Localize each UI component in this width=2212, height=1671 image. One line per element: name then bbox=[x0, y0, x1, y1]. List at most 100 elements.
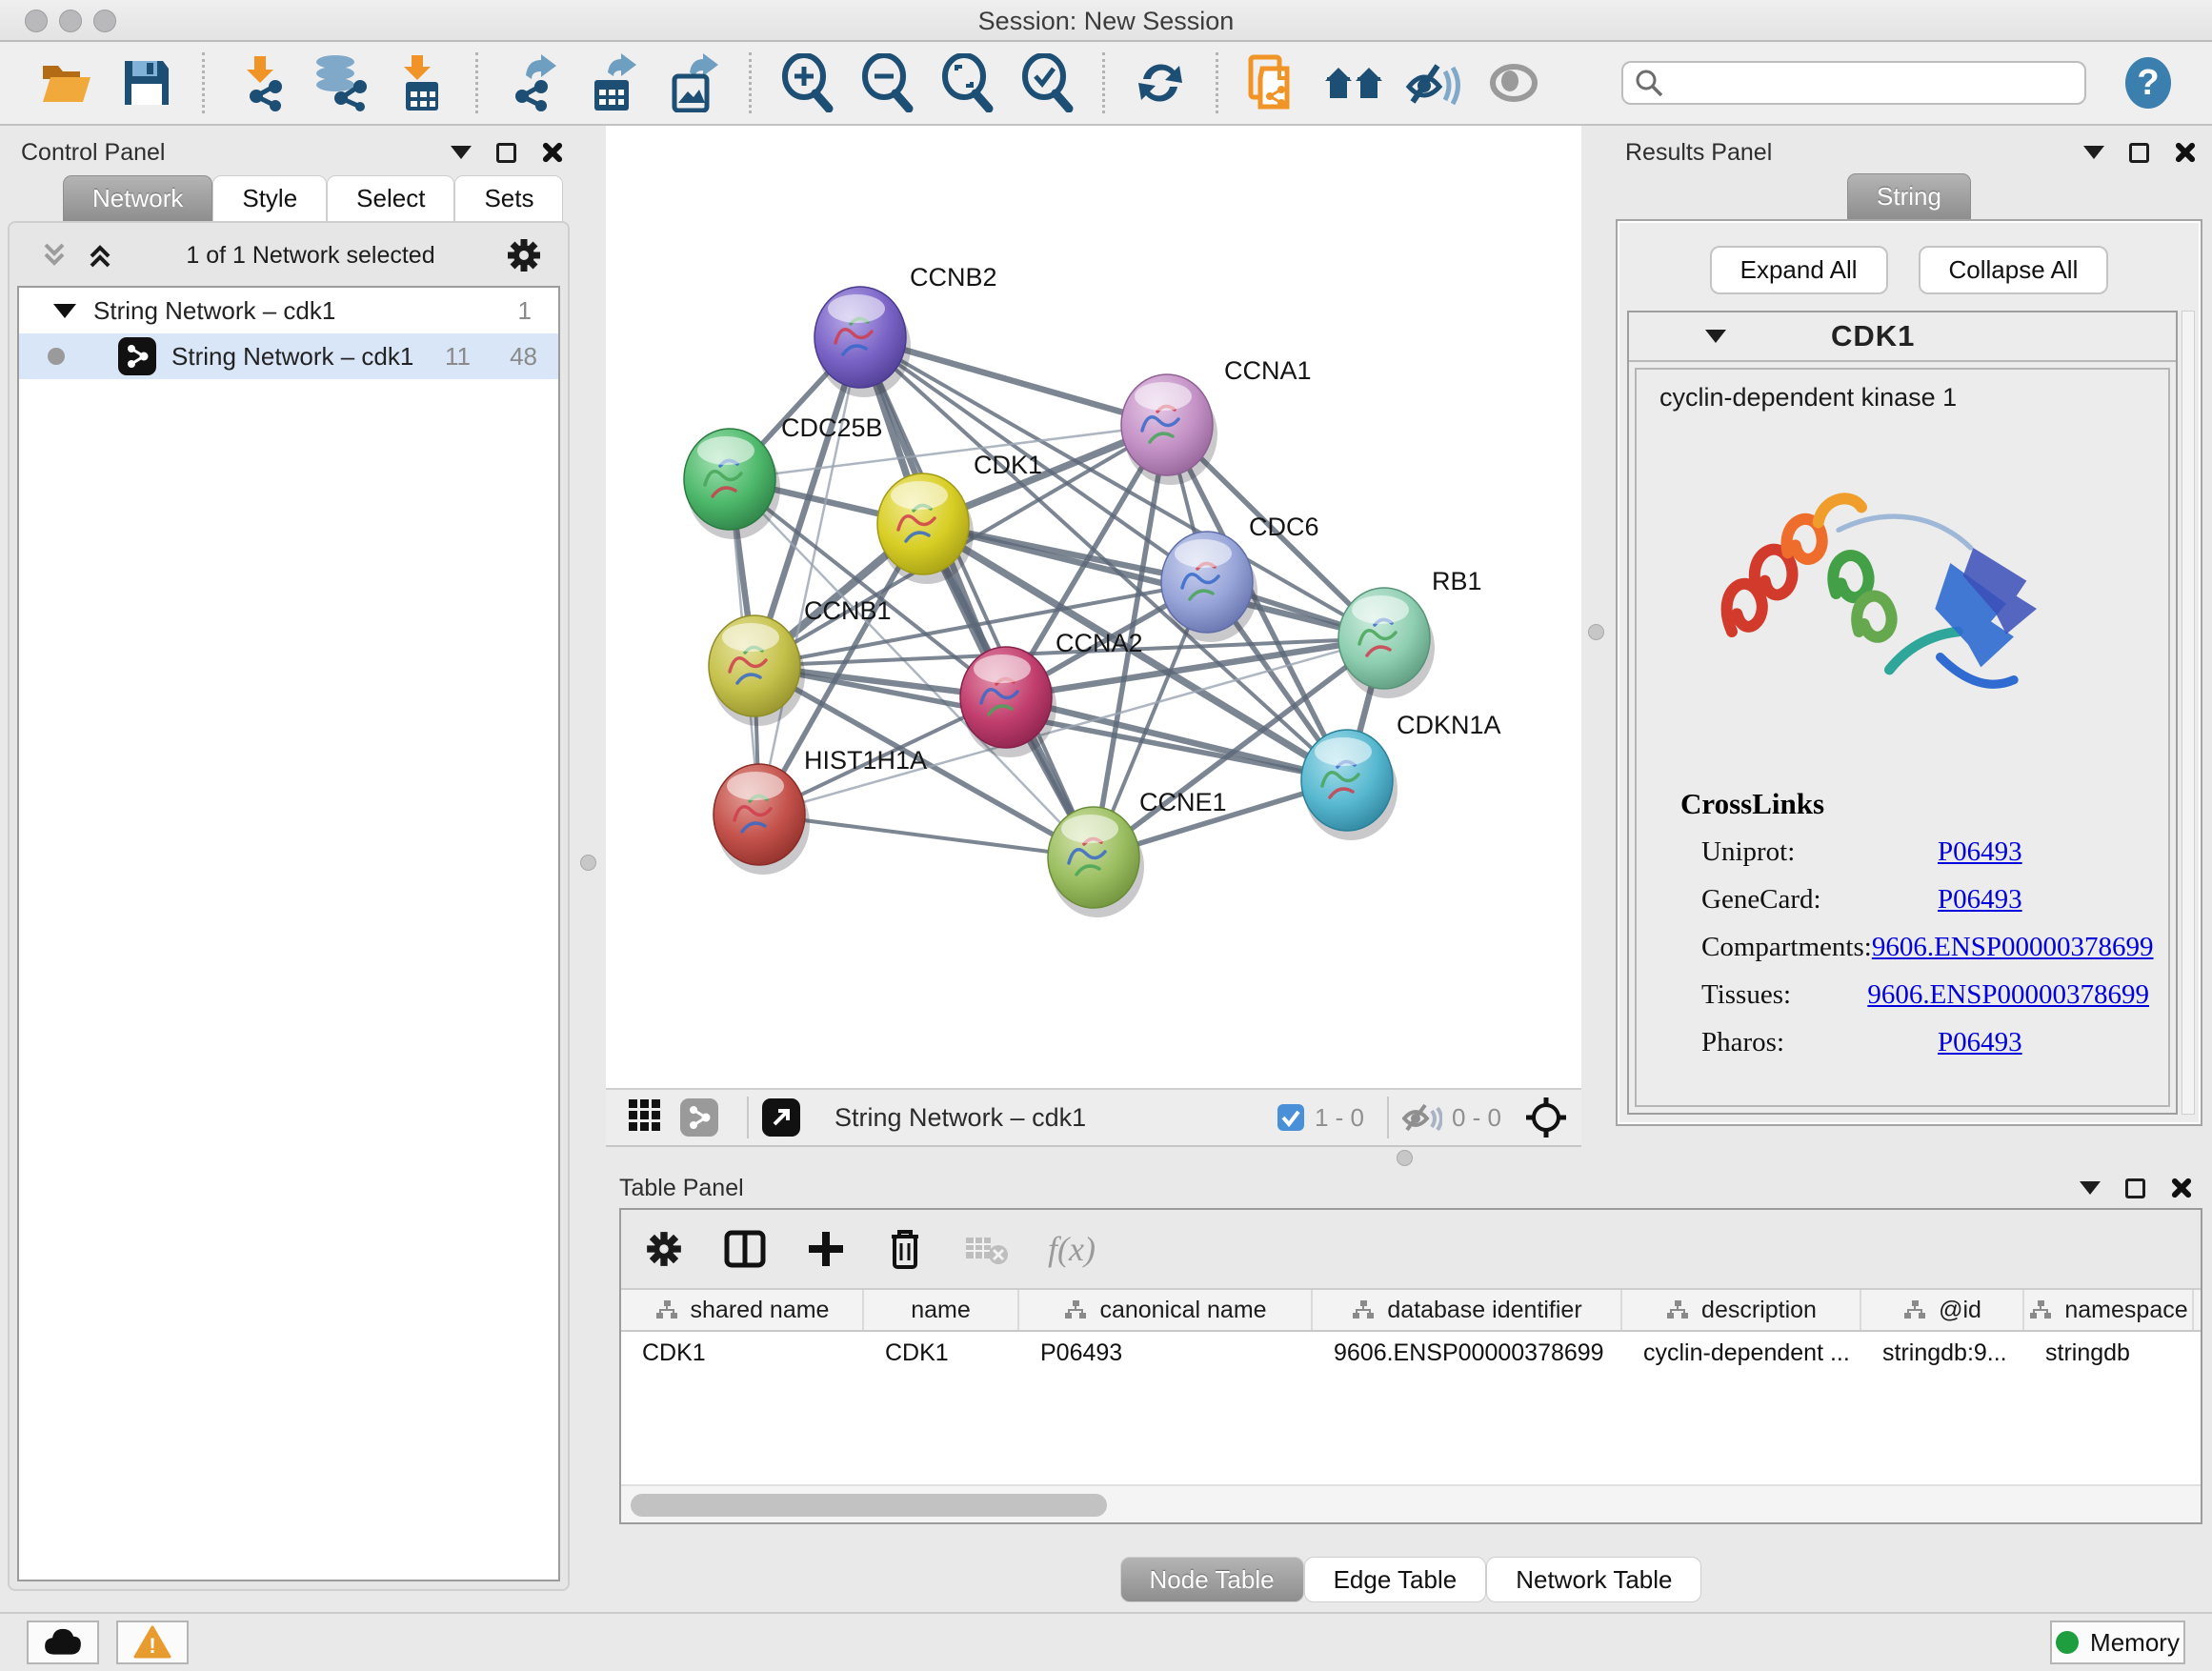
collapse-gene-icon[interactable] bbox=[1705, 330, 1726, 343]
selected-checkbox-icon[interactable] bbox=[1277, 1103, 1305, 1132]
crosslink-link[interactable]: 9606.ENSP00000378699 bbox=[1867, 979, 2149, 1011]
crosslink-link[interactable]: P06493 bbox=[1938, 884, 2022, 916]
network-row[interactable]: String Network – cdk1 11 48 bbox=[19, 333, 558, 379]
expand-all-icon[interactable] bbox=[84, 239, 116, 272]
network-graph[interactable]: CCNB2CCNA1CDC25BCDK1CDC6RB1CCNB1CCNA2CDK… bbox=[606, 126, 1581, 1088]
tab-network[interactable]: Network bbox=[63, 175, 212, 221]
refresh-icon[interactable] bbox=[1130, 52, 1191, 113]
column-header-namespace[interactable]: namespace bbox=[2024, 1290, 2194, 1330]
open-session-icon[interactable] bbox=[36, 52, 97, 113]
column-header-shared-name[interactable]: shared name bbox=[621, 1290, 864, 1330]
zoom-selected-icon[interactable] bbox=[1016, 52, 1077, 113]
crosslink-link[interactable]: 9606.ENSP00000378699 bbox=[1872, 932, 2154, 963]
network-edge[interactable] bbox=[860, 337, 1094, 857]
table-cell[interactable]: cyclin-dependent ... bbox=[1622, 1332, 1861, 1374]
tab-style[interactable]: Style bbox=[212, 175, 327, 221]
search-input[interactable] bbox=[1673, 70, 2073, 97]
tab-string[interactable]: String bbox=[1847, 173, 1971, 219]
network-collection-row[interactable]: String Network – cdk1 1 bbox=[19, 288, 558, 333]
column-header-database-identifier[interactable]: database identifier bbox=[1313, 1290, 1622, 1330]
zoom-in-icon[interactable] bbox=[776, 52, 837, 113]
panel-close-icon[interactable] bbox=[2174, 141, 2197, 164]
node-table[interactable]: shared namenamecanonical namedatabase id… bbox=[621, 1290, 2201, 1486]
expand-all-button[interactable]: Expand All bbox=[1710, 246, 1888, 294]
import-network-from-database-icon[interactable] bbox=[310, 52, 371, 113]
show-hidden-icon[interactable] bbox=[1483, 52, 1544, 113]
network-node-ccne1[interactable]: CCNE1 bbox=[1048, 788, 1227, 917]
panel-menu-icon[interactable] bbox=[451, 146, 472, 159]
memory-label: Memory bbox=[2090, 1628, 2180, 1658]
export-image-icon[interactable] bbox=[663, 52, 724, 113]
network-node-rb1[interactable]: RB1 bbox=[1338, 567, 1482, 698]
gene-card-header[interactable]: CDK1 bbox=[1629, 312, 2176, 362]
table-gear-icon[interactable] bbox=[644, 1229, 684, 1269]
tree-expand-icon[interactable] bbox=[53, 304, 76, 318]
hidden-eye-icon[interactable] bbox=[1402, 1101, 1442, 1134]
network-node-ccna1[interactable]: CCNA1 bbox=[1121, 356, 1312, 485]
save-session-icon[interactable] bbox=[116, 52, 177, 113]
panel-menu-icon[interactable] bbox=[2080, 1181, 2101, 1195]
right-splitter-handle[interactable] bbox=[1588, 624, 1604, 640]
panel-float-icon[interactable] bbox=[496, 143, 516, 163]
table-horizontal-scrollbar[interactable] bbox=[621, 1484, 2201, 1522]
cloud-status-button[interactable] bbox=[27, 1621, 99, 1664]
tab-edge-table[interactable]: Edge Table bbox=[1304, 1557, 1487, 1602]
string-view-icon[interactable] bbox=[680, 1098, 718, 1137]
scrollbar-thumb[interactable] bbox=[631, 1494, 1107, 1517]
table-cell[interactable]: 9606.ENSP00000378699 bbox=[1313, 1332, 1622, 1374]
copy-style-icon[interactable] bbox=[1243, 52, 1304, 113]
tab-sets[interactable]: Sets bbox=[454, 175, 563, 221]
column-header-canonical-name[interactable]: canonical name bbox=[1019, 1290, 1313, 1330]
toolbar-search-field[interactable] bbox=[1621, 61, 2086, 105]
table-cell[interactable]: stringdb:9... bbox=[1861, 1332, 2024, 1374]
column-header-@id[interactable]: @id bbox=[1861, 1290, 2024, 1330]
add-column-icon[interactable] bbox=[806, 1229, 846, 1269]
panel-float-icon[interactable] bbox=[2125, 1178, 2145, 1198]
column-header-description[interactable]: description bbox=[1622, 1290, 1861, 1330]
tab-select[interactable]: Select bbox=[327, 175, 454, 221]
collapse-all-icon[interactable] bbox=[38, 239, 70, 272]
hidden-node-edge-count: 0 - 0 bbox=[1452, 1103, 1501, 1133]
delete-table-icon[interactable] bbox=[964, 1232, 1008, 1266]
gear-icon[interactable] bbox=[505, 236, 543, 274]
network-node-cdkn1a[interactable]: CDKN1A bbox=[1301, 711, 1501, 840]
zoom-out-icon[interactable] bbox=[856, 52, 917, 113]
hide-selected-icon[interactable] bbox=[1403, 52, 1464, 113]
export-network-icon[interactable] bbox=[503, 52, 564, 113]
grid-view-icon[interactable] bbox=[627, 1097, 663, 1138]
table-row[interactable]: CDK1CDK1P064939606.ENSP00000378699cyclin… bbox=[621, 1332, 2201, 1374]
table-cell[interactable]: CDK1 bbox=[621, 1332, 864, 1374]
table-cell[interactable]: CDK1 bbox=[864, 1332, 1019, 1374]
column-header-name[interactable]: name bbox=[864, 1290, 1019, 1330]
delete-column-icon[interactable] bbox=[886, 1227, 924, 1271]
help-icon[interactable]: ? bbox=[2121, 55, 2176, 111]
table-cell[interactable]: P06493 bbox=[1019, 1332, 1313, 1374]
detach-view-icon[interactable] bbox=[762, 1098, 800, 1137]
zoom-fit-icon[interactable] bbox=[936, 52, 997, 113]
tab-network-table[interactable]: Network Table bbox=[1486, 1557, 1701, 1602]
table-cell[interactable]: stringdb bbox=[2024, 1332, 2194, 1374]
column-selector-icon[interactable] bbox=[724, 1228, 766, 1270]
panel-float-icon[interactable] bbox=[2129, 143, 2149, 163]
horizontal-splitter-handle[interactable] bbox=[1397, 1150, 1413, 1166]
network-edge[interactable] bbox=[759, 337, 860, 815]
import-network-icon[interactable] bbox=[230, 52, 291, 113]
memory-button[interactable]: Memory bbox=[2050, 1621, 2185, 1664]
results-scrollbar[interactable] bbox=[2182, 311, 2195, 1115]
network-canvas[interactable]: CCNB2CCNA1CDC25BCDK1CDC6RB1CCNB1CCNA2CDK… bbox=[606, 126, 1581, 1088]
collapse-all-button[interactable]: Collapse All bbox=[1919, 246, 2109, 294]
network-node-hist1h1a[interactable]: HIST1H1A bbox=[714, 746, 927, 875]
panel-close-icon[interactable] bbox=[541, 141, 564, 164]
network-node-cdc6[interactable]: CDC6 bbox=[1161, 513, 1319, 642]
warning-status-button[interactable]: ! bbox=[116, 1621, 189, 1664]
crosslink-link[interactable]: P06493 bbox=[1938, 836, 2022, 868]
left-splitter-handle[interactable] bbox=[580, 855, 596, 871]
export-table-icon[interactable] bbox=[583, 52, 644, 113]
crosslink-link[interactable]: P06493 bbox=[1938, 1027, 2022, 1058]
panel-close-icon[interactable] bbox=[2170, 1177, 2193, 1199]
home-panels-icon[interactable] bbox=[1323, 52, 1384, 113]
tab-node-table[interactable]: Node Table bbox=[1120, 1557, 1304, 1602]
birdseye-crosshair-icon[interactable] bbox=[1524, 1096, 1568, 1139]
import-table-icon[interactable] bbox=[390, 52, 451, 113]
panel-menu-icon[interactable] bbox=[2083, 146, 2104, 159]
